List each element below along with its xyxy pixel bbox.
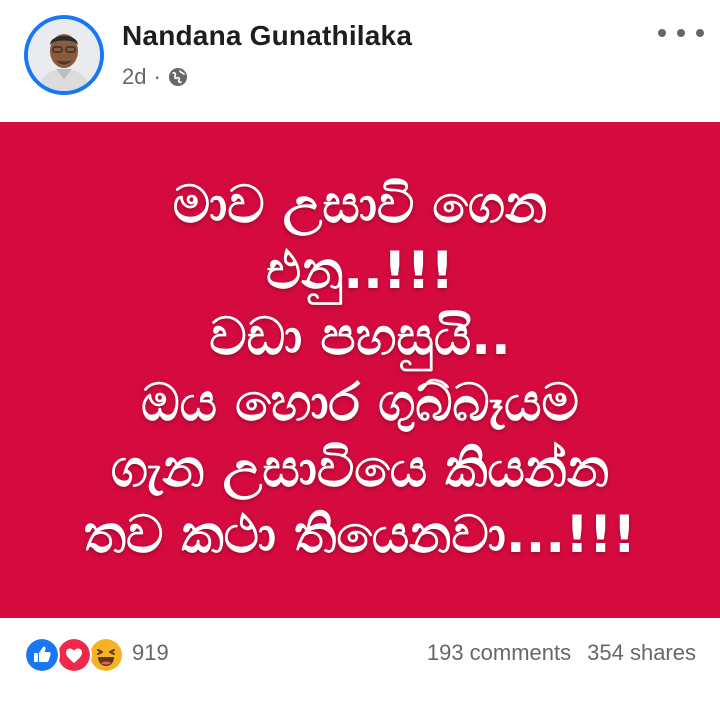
reaction-count: 919	[132, 640, 169, 665]
post-text-banner[interactable]: මාව උසාවි ගෙන එනු..!!! වඩා පහසුයි.. ඔය හ…	[0, 122, 720, 618]
post-footer: 919 193 comments 354 shares	[0, 620, 720, 704]
avatar-story-ring[interactable]	[24, 15, 104, 95]
haha-icon	[88, 637, 124, 673]
avatar-image	[28, 19, 100, 91]
more-dot	[696, 29, 704, 37]
banner-line: ඔය හොර ගුබ්බෑයම	[141, 373, 579, 433]
author-name[interactable]: Nandana Gunathilaka	[122, 20, 412, 52]
comments-count-link[interactable]: 193 comments	[427, 640, 571, 666]
love-icon	[56, 637, 92, 673]
engagement-stats: 193 comments 354 shares	[427, 640, 696, 666]
meta-separator: ·	[153, 64, 161, 89]
reaction-icons	[24, 636, 124, 673]
banner-line: තව කථා තියෙනවා...!!!	[83, 505, 637, 565]
post-meta: 2d ·	[122, 64, 188, 90]
more-horizontal-icon	[658, 29, 666, 37]
more-options-button[interactable]	[658, 22, 704, 44]
banner-line: වඩා පහසුයි..	[209, 307, 511, 367]
post-time[interactable]: 2d	[122, 64, 146, 90]
like-icon	[24, 637, 60, 673]
post-header: Nandana Gunathilaka 2d ·	[0, 0, 720, 110]
banner-line: එනු..!!!	[265, 241, 455, 301]
avatar[interactable]	[28, 19, 100, 91]
globe-icon	[168, 67, 188, 87]
more-dot	[677, 29, 685, 37]
shares-count-link[interactable]: 354 shares	[587, 640, 696, 666]
reactions-summary[interactable]: 919	[24, 636, 169, 673]
banner-line: ගැන උසාවියෙ කියන්න	[110, 439, 610, 499]
banner-line: මාව උසාවි ගෙන	[172, 175, 548, 235]
facebook-post: Nandana Gunathilaka 2d · මාව උසාවි ගෙන එ…	[0, 0, 720, 704]
